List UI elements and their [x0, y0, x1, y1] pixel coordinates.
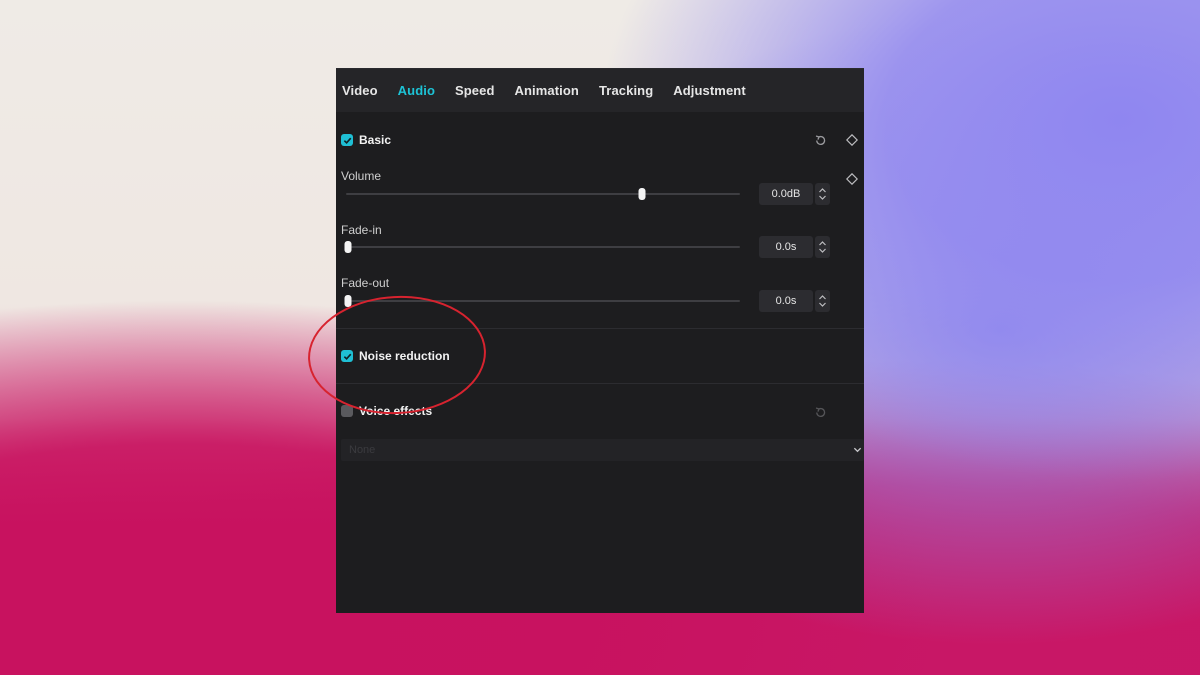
basic-section-header: Basic: [341, 133, 391, 147]
fade-in-label: Fade-in: [341, 223, 382, 237]
basic-checkbox[interactable]: [341, 134, 353, 146]
voice-effects-dropdown-value: None: [349, 444, 376, 456]
keyframe-diamond-icon[interactable]: [844, 132, 860, 148]
fade-in-value-input[interactable]: 0.0s: [759, 236, 813, 258]
tab-adjustment[interactable]: Adjustment: [673, 83, 746, 98]
chevron-down-icon: [853, 447, 862, 453]
noise-reduction-header: Noise reduction: [341, 349, 450, 363]
volume-slider-thumb[interactable]: [638, 188, 645, 200]
noise-reduction-checkbox[interactable]: [341, 350, 353, 362]
fade-out-slider-thumb[interactable]: [344, 295, 352, 307]
fade-in-slider-thumb[interactable]: [344, 241, 352, 253]
voice-effects-header: Voice effects: [341, 404, 432, 418]
tab-bar: Video Audio Speed Animation Tracking Adj…: [336, 69, 864, 112]
tab-tracking[interactable]: Tracking: [599, 83, 653, 98]
voice-effects-checkbox[interactable]: [341, 405, 353, 417]
up-down-arrows-icon: [819, 295, 826, 307]
basic-section-title: Basic: [359, 133, 392, 147]
fade-in-slider[interactable]: [344, 241, 740, 253]
check-icon: [343, 353, 351, 360]
check-icon: [343, 137, 351, 144]
tab-video[interactable]: Video: [342, 83, 378, 98]
audio-properties-panel: Video Audio Speed Animation Tracking Adj…: [336, 68, 864, 613]
up-down-arrows-icon: [819, 188, 826, 200]
fade-out-value-input[interactable]: 0.0s: [759, 290, 813, 312]
up-down-arrows-icon: [819, 241, 826, 253]
voice-effects-reset-icon[interactable]: [812, 404, 828, 420]
voice-effects-title: Voice effects: [359, 404, 433, 418]
tab-audio[interactable]: Audio: [398, 83, 435, 98]
voice-effects-dropdown[interactable]: None: [341, 439, 864, 461]
tab-speed[interactable]: Speed: [455, 83, 495, 98]
noise-reduction-title: Noise reduction: [359, 349, 450, 363]
volume-slider[interactable]: [346, 188, 740, 200]
fade-out-label: Fade-out: [341, 276, 390, 290]
tab-animation[interactable]: Animation: [515, 83, 579, 98]
fade-out-stepper[interactable]: [815, 290, 830, 312]
volume-keyframe-diamond-icon[interactable]: [844, 171, 860, 187]
fade-out-slider[interactable]: [344, 295, 740, 307]
volume-value-input[interactable]: 0.0dB: [759, 183, 813, 205]
volume-label: Volume: [341, 169, 382, 183]
reset-icon[interactable]: [812, 132, 828, 148]
fade-in-stepper[interactable]: [815, 236, 830, 258]
section-divider: [336, 328, 864, 329]
volume-stepper[interactable]: [815, 183, 830, 205]
section-divider: [336, 383, 864, 384]
